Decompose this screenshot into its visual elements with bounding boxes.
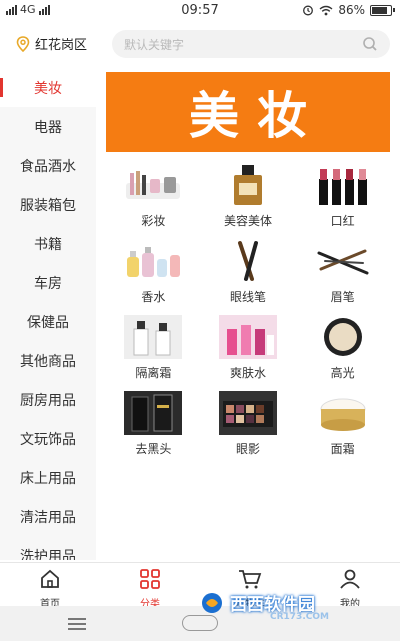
subcategory-label: 面霜 xyxy=(330,442,355,456)
sidebar-item-label: 清洁用品 xyxy=(20,509,76,526)
sidebar-item-label: 保健品 xyxy=(27,314,69,331)
highlighter-compact-image xyxy=(313,314,373,360)
subcategory-item[interactable]: 彩妆 xyxy=(106,162,201,230)
sidebar-item-label: 电器 xyxy=(34,119,62,136)
subcategory-label: 口红 xyxy=(330,214,355,228)
home-icon xyxy=(39,569,61,593)
watermark: 西西软件园 CR173.COM xyxy=(200,590,329,622)
sidebar-item[interactable]: 厨房用品 xyxy=(0,380,96,419)
sidebar-item-label: 床上用品 xyxy=(20,470,76,487)
subcategory-label: 去黑头 xyxy=(135,442,172,456)
subcategory-label: 眼线笔 xyxy=(229,290,266,304)
eyebrow-pencils-image xyxy=(313,238,373,284)
subcategory-item[interactable]: 眼线笔 xyxy=(201,238,296,306)
sidebar-item[interactable]: 保健品 xyxy=(0,302,96,341)
category-banner[interactable]: 美妆 xyxy=(106,72,390,152)
sidebar-item[interactable]: 电器 xyxy=(0,107,96,146)
subcategory-item[interactable]: 隔离霜 xyxy=(106,314,201,382)
location-label: 红花岗区 xyxy=(35,38,88,53)
subcategory-item[interactable]: 眼影 xyxy=(201,390,296,458)
sidebar-item-label: 文玩饰品 xyxy=(20,431,76,448)
sidebar-item[interactable]: 食品酒水 xyxy=(0,146,96,185)
status-right: 86% xyxy=(302,3,395,17)
location-pin-icon xyxy=(16,35,30,52)
battery-percent: 86% xyxy=(338,3,365,17)
subcategory-item[interactable]: 面霜 xyxy=(295,390,390,458)
toner-bottles-image xyxy=(218,314,278,360)
menu-icon[interactable] xyxy=(68,618,86,633)
subcategory-grid: 彩妆 美容美体 口红香水 眼线笔 眉笔隔离霜 爽肤水 高光去黑头 眼影 面霜 xyxy=(106,162,390,458)
home-button-icon[interactable] xyxy=(182,615,218,631)
tab-home[interactable]: 首页 xyxy=(0,563,100,610)
subcategory-label: 彩妆 xyxy=(141,214,166,228)
watermark-url: CR173.COM xyxy=(270,612,329,622)
subcategory-label: 美容美体 xyxy=(223,214,272,228)
battery-icon xyxy=(370,4,395,16)
status-bar: 4G 09:57 86% xyxy=(0,0,400,22)
subcategory-item[interactable]: 去黑头 xyxy=(106,390,201,458)
subcategory-label: 眉笔 xyxy=(330,290,355,304)
makeup-brushes-image xyxy=(123,162,183,208)
battery-fill xyxy=(372,6,387,14)
subcategory-label: 隔离霜 xyxy=(135,366,172,380)
sidebar-item-label: 其他商品 xyxy=(20,353,76,370)
sidebar-item[interactable]: 其他商品 xyxy=(0,341,96,380)
subcategory-label: 眼影 xyxy=(235,442,260,456)
sidebar-item[interactable]: 美妆 xyxy=(0,68,96,107)
subcategory-item[interactable]: 爽肤水 xyxy=(201,314,296,382)
tab-category-grid[interactable]: 分类 xyxy=(100,563,200,610)
watermark-logo-icon xyxy=(202,592,222,613)
lipsticks-image xyxy=(313,162,373,208)
location-selector[interactable]: 红花岗区 xyxy=(16,34,87,53)
sidebar-item[interactable]: 清洁用品 xyxy=(0,497,96,536)
user-icon xyxy=(339,569,361,593)
subcategory-label: 高光 xyxy=(330,366,355,380)
primer-bottles-image xyxy=(123,314,183,360)
eyeshadow-palette-image xyxy=(218,390,278,436)
eyeliner-pencils-image xyxy=(218,238,278,284)
sidebar-item-label: 洗护用品 xyxy=(20,548,76,561)
sidebar-item-label: 书籍 xyxy=(34,236,62,253)
search-placeholder: 默认关键字 xyxy=(124,38,185,52)
sidebar-item[interactable]: 洗护用品 xyxy=(0,536,96,561)
banner-title: 美妆 xyxy=(189,87,325,145)
subcategory-label: 香水 xyxy=(141,290,166,304)
subcategory-item[interactable]: 高光 xyxy=(295,314,390,382)
perfume-bottle-image xyxy=(218,162,278,208)
sidebar-item[interactable]: 文玩饰品 xyxy=(0,419,96,458)
wifi-icon xyxy=(319,5,333,15)
sidebar-item[interactable]: 车房 xyxy=(0,263,96,302)
sidebar-item-label: 食品酒水 xyxy=(20,158,76,175)
sidebar-item-label: 服装箱包 xyxy=(20,197,76,214)
subcategory-item[interactable]: 美容美体 xyxy=(201,162,296,230)
subcategory-item[interactable]: 香水 xyxy=(106,238,201,306)
sidebar-item[interactable]: 床上用品 xyxy=(0,458,96,497)
subcategory-label: 爽肤水 xyxy=(229,366,266,380)
sidebar-item-label: 厨房用品 xyxy=(20,392,76,409)
search-icon[interactable] xyxy=(362,36,378,52)
subcategory-item[interactable]: 眉笔 xyxy=(295,238,390,306)
search-input[interactable]: 默认关键字 xyxy=(112,30,390,58)
category-sidebar: 美妆电器食品酒水服装箱包书籍车房保健品其他商品厨房用品文玩饰品床上用品清洁用品洗… xyxy=(0,68,96,560)
sidebar-item-label: 车房 xyxy=(34,275,62,292)
blackhead-mask-image xyxy=(123,390,183,436)
header: 红花岗区 默认关键字 xyxy=(0,28,400,62)
alarm-icon xyxy=(303,5,314,16)
sidebar-item[interactable]: 书籍 xyxy=(0,224,96,263)
perfume-set-image xyxy=(123,238,183,284)
category-grid-icon xyxy=(139,569,161,593)
sidebar-item[interactable]: 服装箱包 xyxy=(0,185,96,224)
subcategory-item[interactable]: 口红 xyxy=(295,162,390,230)
tab-user[interactable]: 我的 xyxy=(300,563,400,610)
sidebar-item-label: 美妆 xyxy=(34,80,62,97)
face-cream-jar-image xyxy=(313,390,373,436)
